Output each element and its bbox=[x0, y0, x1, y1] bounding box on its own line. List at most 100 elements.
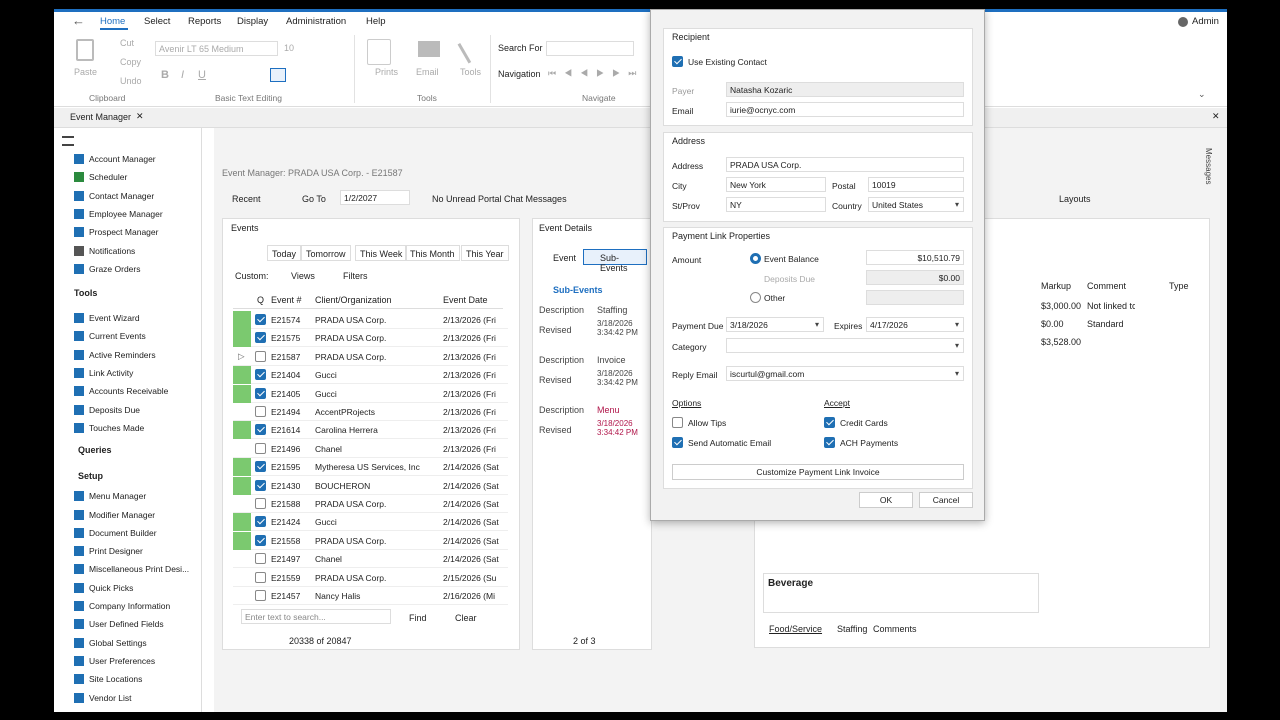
table-row[interactable]: E21457 Nancy Halis 2/16/2026 (Mi bbox=[233, 587, 508, 605]
row-checkbox[interactable] bbox=[255, 498, 266, 509]
expand-icon[interactable]: ▷ bbox=[238, 351, 245, 362]
cancel-button[interactable]: Cancel bbox=[919, 492, 973, 508]
table-row[interactable]: E21559 PRADA USA Corp. 2/15/2026 (Su bbox=[233, 569, 508, 587]
messages-tab[interactable]: Messages bbox=[1204, 148, 1213, 184]
user-name[interactable]: Admin bbox=[1192, 16, 1219, 27]
expires-field[interactable]: 4/17/2026 ▾ bbox=[866, 317, 964, 332]
tab-this-week[interactable]: This Week bbox=[355, 245, 408, 261]
table-row[interactable]: E21575 PRADA USA Corp. 2/13/2026 (Fri bbox=[233, 329, 508, 348]
close-icon[interactable]: ✕ bbox=[136, 111, 144, 122]
recent-button[interactable]: Recent bbox=[232, 194, 261, 204]
paste-icon[interactable] bbox=[76, 39, 94, 61]
st-field[interactable]: NY bbox=[726, 197, 826, 212]
font-size-select[interactable]: 10 bbox=[282, 41, 304, 56]
email-field[interactable]: iurie@ocnyc.com bbox=[726, 102, 964, 117]
row-checkbox[interactable] bbox=[255, 332, 266, 344]
search-for-input[interactable] bbox=[546, 41, 634, 56]
col-comment[interactable]: Comment bbox=[1087, 281, 1126, 291]
tools-icon[interactable] bbox=[457, 36, 483, 64]
tab-staffing[interactable]: Staffing bbox=[837, 624, 867, 634]
underline-icon[interactable]: U bbox=[198, 69, 206, 81]
align-left-icon[interactable] bbox=[270, 68, 286, 82]
date-field[interactable]: 1/2/2027 bbox=[340, 190, 410, 205]
sub-event-desc[interactable]: Staffing bbox=[597, 305, 627, 315]
customize-invoice-button[interactable]: Customize Payment Link Invoice bbox=[672, 464, 964, 480]
menu-administration[interactable]: Administration bbox=[286, 16, 346, 27]
sidebar-header-queries[interactable]: Queries bbox=[78, 445, 112, 455]
menu-help[interactable]: Help bbox=[366, 16, 386, 27]
row-checkbox[interactable] bbox=[255, 553, 266, 565]
col-event-number[interactable]: Event # bbox=[271, 295, 302, 305]
event-balance-radio[interactable] bbox=[750, 253, 761, 264]
email-icon[interactable] bbox=[418, 41, 440, 57]
table-row[interactable]: E21588 PRADA USA Corp. 2/14/2026 (Sat bbox=[233, 495, 508, 513]
menu-reports[interactable]: Reports bbox=[188, 16, 221, 27]
table-row[interactable]: E21494 AccentPRojects 2/13/2026 (Fri bbox=[233, 403, 508, 421]
table-row[interactable]: E21496 Chanel 2/13/2026 (Fri bbox=[233, 440, 508, 458]
col-q[interactable]: Q bbox=[257, 295, 264, 305]
close-icon[interactable]: ✕ bbox=[1212, 111, 1220, 122]
back-icon[interactable]: ← bbox=[72, 13, 85, 28]
sub-event-desc[interactable]: Menu bbox=[597, 405, 620, 415]
row-checkbox[interactable] bbox=[255, 442, 266, 454]
ach-checkbox[interactable] bbox=[824, 437, 835, 448]
font-select[interactable]: Avenir LT 65 Medium bbox=[155, 41, 278, 56]
undo-button[interactable]: Undo bbox=[120, 76, 142, 86]
email-button[interactable]: Email bbox=[416, 67, 439, 77]
tools-button[interactable]: Tools bbox=[460, 67, 481, 77]
table-row[interactable]: E21497 Chanel 2/14/2026 (Sat bbox=[233, 550, 508, 569]
col-markup[interactable]: Markup bbox=[1041, 281, 1071, 291]
ok-button[interactable]: OK bbox=[859, 492, 913, 508]
col-event-date[interactable]: Event Date bbox=[443, 295, 488, 305]
hamburger-icon[interactable] bbox=[62, 136, 74, 146]
row-checkbox[interactable] bbox=[255, 571, 266, 583]
tab-comments[interactable]: Comments bbox=[873, 624, 917, 634]
menu-select[interactable]: Select bbox=[144, 16, 170, 27]
table-row[interactable]: E21404 Gucci 2/13/2026 (Fri bbox=[233, 366, 508, 385]
col-client[interactable]: Client/Organization bbox=[315, 295, 392, 305]
tab-event-manager[interactable]: Event Manager bbox=[70, 112, 131, 122]
row-checkbox[interactable] bbox=[255, 350, 266, 362]
italic-icon[interactable]: I bbox=[181, 69, 184, 81]
payment-due-field[interactable]: 3/18/2026 ▾ bbox=[726, 317, 824, 332]
address-field[interactable]: PRADA USA Corp. bbox=[726, 157, 964, 172]
postal-field[interactable]: 10019 bbox=[868, 177, 964, 192]
event-search-input[interactable]: Enter text to search... bbox=[241, 609, 391, 624]
tab-sub-events[interactable]: Sub-Events bbox=[583, 249, 647, 273]
send-auto-email-checkbox[interactable] bbox=[672, 437, 683, 448]
cut-button[interactable]: Cut bbox=[120, 38, 134, 48]
tab-today[interactable]: Today bbox=[267, 245, 302, 261]
chevron-down-icon[interactable]: ⌄ bbox=[1198, 89, 1206, 100]
row-checkbox[interactable] bbox=[255, 534, 266, 546]
tab-this-month[interactable]: This Month bbox=[405, 245, 460, 261]
beverage-box[interactable]: Beverage bbox=[763, 573, 1039, 613]
menu-display[interactable]: Display bbox=[237, 16, 268, 27]
prints-button[interactable]: Prints bbox=[375, 67, 398, 77]
tab-tomorrow[interactable]: Tomorrow bbox=[301, 245, 351, 261]
clear-button[interactable]: Clear bbox=[455, 613, 477, 623]
row-checkbox[interactable] bbox=[255, 424, 266, 436]
sidebar-header-tools[interactable]: Tools bbox=[74, 288, 97, 298]
row-checkbox[interactable] bbox=[255, 479, 266, 491]
row-checkbox[interactable] bbox=[255, 406, 266, 417]
row-checkbox[interactable] bbox=[255, 387, 266, 399]
reply-email-select[interactable]: iscurtul@gmail.com ▾ bbox=[726, 366, 964, 381]
row-checkbox[interactable] bbox=[255, 314, 266, 325]
find-button[interactable]: Find bbox=[409, 613, 427, 623]
table-row[interactable]: ▷ E21587 PRADA USA Corp. 2/13/2026 (Fri bbox=[233, 348, 508, 366]
tab-food-service[interactable]: Food/Service bbox=[769, 624, 822, 634]
filters-button[interactable]: Filters bbox=[343, 271, 368, 281]
layouts-button[interactable]: Layouts bbox=[1059, 194, 1091, 204]
table-row[interactable]: E21558 PRADA USA Corp. 2/14/2026 (Sat bbox=[233, 531, 508, 550]
other-radio[interactable] bbox=[750, 292, 761, 303]
country-select[interactable]: United States ▾ bbox=[868, 197, 964, 212]
bold-icon[interactable]: B bbox=[161, 69, 169, 81]
table-row[interactable]: E21574 PRADA USA Corp. 2/13/2026 (Fri bbox=[233, 311, 508, 329]
use-existing-checkbox[interactable] bbox=[672, 56, 683, 67]
credit-cards-checkbox[interactable] bbox=[824, 417, 835, 428]
table-row[interactable]: E21614 Carolina Herrera 2/13/2026 (Fri bbox=[233, 421, 508, 440]
goto-button[interactable]: Go To bbox=[302, 194, 326, 204]
row-checkbox[interactable] bbox=[255, 516, 266, 528]
paste-button[interactable]: Paste bbox=[74, 67, 97, 77]
city-field[interactable]: New York bbox=[726, 177, 826, 192]
